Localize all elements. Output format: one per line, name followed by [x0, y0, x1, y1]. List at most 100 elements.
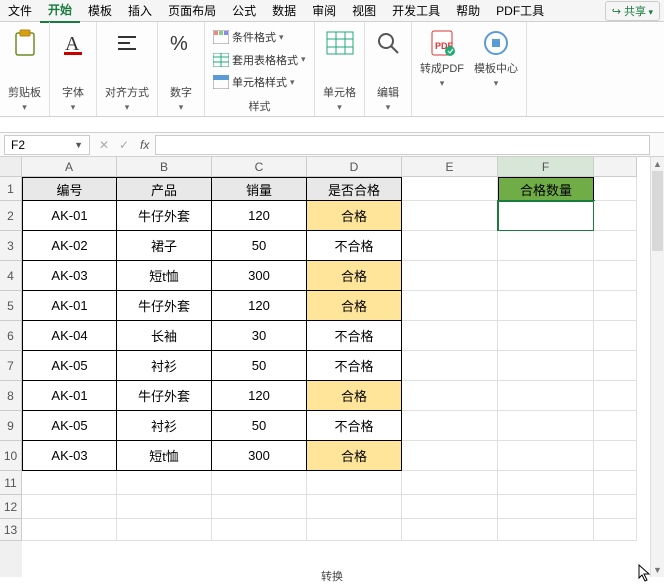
cell[interactable]	[117, 471, 212, 495]
cell[interactable]	[594, 321, 637, 351]
cell[interactable]	[22, 471, 117, 495]
column-header[interactable]: D	[307, 157, 402, 177]
selected-cell[interactable]	[498, 201, 594, 231]
row-header[interactable]: 6	[0, 321, 22, 351]
row-header[interactable]: 3	[0, 231, 22, 261]
cell[interactable]	[498, 519, 594, 541]
cell[interactable]	[307, 495, 402, 519]
cell[interactable]	[402, 261, 498, 291]
cell[interactable]: 不合格	[307, 351, 402, 381]
cell[interactable]	[402, 411, 498, 441]
cell[interactable]	[498, 381, 594, 411]
cell[interactable]	[307, 471, 402, 495]
row-header[interactable]: 10	[0, 441, 22, 471]
cell[interactable]	[594, 261, 637, 291]
column-header[interactable]	[594, 157, 637, 177]
cell[interactable]	[498, 261, 594, 291]
row-header[interactable]: 9	[0, 411, 22, 441]
cell[interactable]	[212, 471, 307, 495]
cell[interactable]	[402, 495, 498, 519]
row-header[interactable]: 12	[0, 495, 22, 519]
cell[interactable]	[594, 291, 637, 321]
cell[interactable]	[402, 321, 498, 351]
menu-insert[interactable]: 插入	[120, 0, 160, 22]
cell[interactable]: 长袖	[117, 321, 212, 351]
cell[interactable]: AK-05	[22, 351, 117, 381]
menu-pdftools[interactable]: PDF工具	[488, 0, 552, 22]
cell[interactable]: 合格	[307, 381, 402, 411]
ribbon-clipboard[interactable]: 剪贴板▾	[0, 22, 50, 116]
cell[interactable]: 300	[212, 261, 307, 291]
row-header[interactable]: 2	[0, 201, 22, 231]
cell[interactable]: 产品	[117, 177, 212, 201]
menu-home[interactable]: 开始	[40, 0, 80, 23]
column-header[interactable]: F	[498, 157, 594, 177]
cell[interactable]: 牛仔外套	[117, 291, 212, 321]
cell[interactable]: AK-01	[22, 291, 117, 321]
cell[interactable]: 合格	[307, 261, 402, 291]
cell[interactable]: AK-01	[22, 381, 117, 411]
cell[interactable]: AK-04	[22, 321, 117, 351]
ribbon-number[interactable]: % 数字▾	[158, 22, 205, 116]
menu-formulas[interactable]: 公式	[224, 0, 264, 22]
cell[interactable]	[594, 411, 637, 441]
cell[interactable]	[594, 201, 637, 231]
scroll-up-icon[interactable]: ▲	[651, 157, 664, 171]
scroll-down-icon[interactable]: ▼	[651, 563, 664, 577]
cell[interactable]	[212, 495, 307, 519]
cell[interactable]: 120	[212, 291, 307, 321]
cell[interactable]: 300	[212, 441, 307, 471]
cell[interactable]	[22, 519, 117, 541]
cell[interactable]: 短t恤	[117, 261, 212, 291]
cell[interactable]: 牛仔外套	[117, 381, 212, 411]
cell[interactable]: 合格数量	[498, 177, 594, 201]
menu-review[interactable]: 审阅	[304, 0, 344, 22]
cell[interactable]	[402, 291, 498, 321]
menu-view[interactable]: 视图	[344, 0, 384, 22]
cell[interactable]: AK-01	[22, 201, 117, 231]
share-button[interactable]: ↪ 共享 ▾	[605, 1, 660, 21]
cell[interactable]: 30	[212, 321, 307, 351]
cell[interactable]: 50	[212, 231, 307, 261]
menu-data[interactable]: 数据	[264, 0, 304, 22]
column-header[interactable]: E	[402, 157, 498, 177]
template-center-button[interactable]	[481, 28, 511, 58]
menu-pagelayout[interactable]: 页面布局	[160, 0, 224, 22]
cell[interactable]: AK-03	[22, 261, 117, 291]
row-header[interactable]: 5	[0, 291, 22, 321]
menu-file[interactable]: 文件	[0, 0, 40, 22]
cell[interactable]	[402, 471, 498, 495]
cell[interactable]: 不合格	[307, 321, 402, 351]
cell[interactable]: 50	[212, 351, 307, 381]
cell[interactable]	[594, 519, 637, 541]
cell[interactable]	[498, 471, 594, 495]
menu-help[interactable]: 帮助	[448, 0, 488, 22]
cell[interactable]: 120	[212, 381, 307, 411]
column-header[interactable]: C	[212, 157, 307, 177]
cell[interactable]	[402, 519, 498, 541]
cell[interactable]: AK-05	[22, 411, 117, 441]
row-header[interactable]: 13	[0, 519, 22, 541]
cell[interactable]: 50	[212, 411, 307, 441]
cell[interactable]	[498, 351, 594, 381]
row-header[interactable]: 8	[0, 381, 22, 411]
ribbon-font[interactable]: A 字体▾	[50, 22, 97, 116]
column-header[interactable]: A	[22, 157, 117, 177]
cell[interactable]	[594, 177, 637, 201]
cell[interactable]: 衬衫	[117, 411, 212, 441]
fx-icon[interactable]: fx	[134, 138, 155, 152]
cell[interactable]	[212, 519, 307, 541]
cell[interactable]	[402, 351, 498, 381]
cell[interactable]	[498, 291, 594, 321]
cell[interactable]: 不合格	[307, 411, 402, 441]
row-header[interactable]: 11	[0, 471, 22, 495]
row-header[interactable]: 7	[0, 351, 22, 381]
cell[interactable]	[498, 231, 594, 261]
cell[interactable]	[498, 441, 594, 471]
cell[interactable]: 短t恤	[117, 441, 212, 471]
row-header[interactable]: 1	[0, 177, 22, 201]
cell[interactable]	[594, 441, 637, 471]
conditional-format-button[interactable]: 条件格式▾	[213, 28, 284, 46]
cell[interactable]	[594, 351, 637, 381]
menu-template[interactable]: 模板	[80, 0, 120, 22]
